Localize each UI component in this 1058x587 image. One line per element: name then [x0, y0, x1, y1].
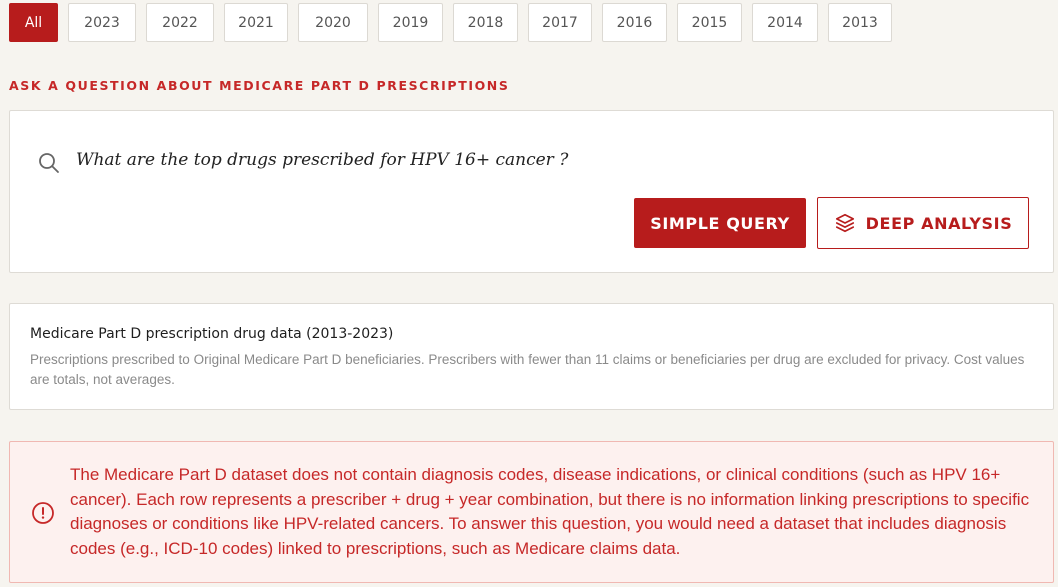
- year-filter-2021[interactable]: 2021: [224, 3, 288, 42]
- query-input[interactable]: What are the top drugs prescribed for HP…: [76, 150, 568, 170]
- year-filter-2013[interactable]: 2013: [828, 3, 892, 42]
- dataset-title: Medicare Part D prescription drug data (…: [30, 326, 394, 342]
- year-filter-2020[interactable]: 2020: [298, 3, 368, 42]
- query-card: What are the top drugs prescribed for HP…: [9, 110, 1054, 273]
- deep-analysis-label: DEEP ANALYSIS: [865, 213, 1013, 233]
- year-filter-all[interactable]: All: [9, 3, 58, 42]
- year-filter-2016[interactable]: 2016: [602, 3, 667, 42]
- dataset-info-card: Medicare Part D prescription drug data (…: [9, 303, 1054, 410]
- year-filter-2019[interactable]: 2019: [378, 3, 443, 42]
- simple-query-button[interactable]: SIMPLE QUERY: [634, 198, 806, 248]
- year-filter-2014[interactable]: 2014: [752, 3, 818, 42]
- simple-query-label: SIMPLE QUERY: [650, 213, 790, 233]
- alert-circle-icon: [32, 502, 54, 524]
- deep-analysis-button[interactable]: DEEP ANALYSIS: [817, 197, 1029, 249]
- alert-message: The Medicare Part D dataset does not con…: [70, 465, 1030, 558]
- year-filter-2023[interactable]: 2023: [68, 3, 136, 42]
- search-icon: [39, 153, 59, 173]
- year-filter-2022[interactable]: 2022: [146, 3, 214, 42]
- year-filter-2018[interactable]: 2018: [453, 3, 518, 42]
- error-alert: The Medicare Part D dataset does not con…: [9, 441, 1054, 583]
- year-filter-2015[interactable]: 2015: [677, 3, 742, 42]
- dataset-description: Prescriptions prescribed to Original Med…: [30, 352, 1025, 387]
- layers-icon: [835, 213, 854, 233]
- ask-question-heading: ASK A QUESTION ABOUT MEDICARE PART D PRE…: [9, 78, 510, 93]
- year-filter-2017[interactable]: 2017: [528, 3, 592, 42]
